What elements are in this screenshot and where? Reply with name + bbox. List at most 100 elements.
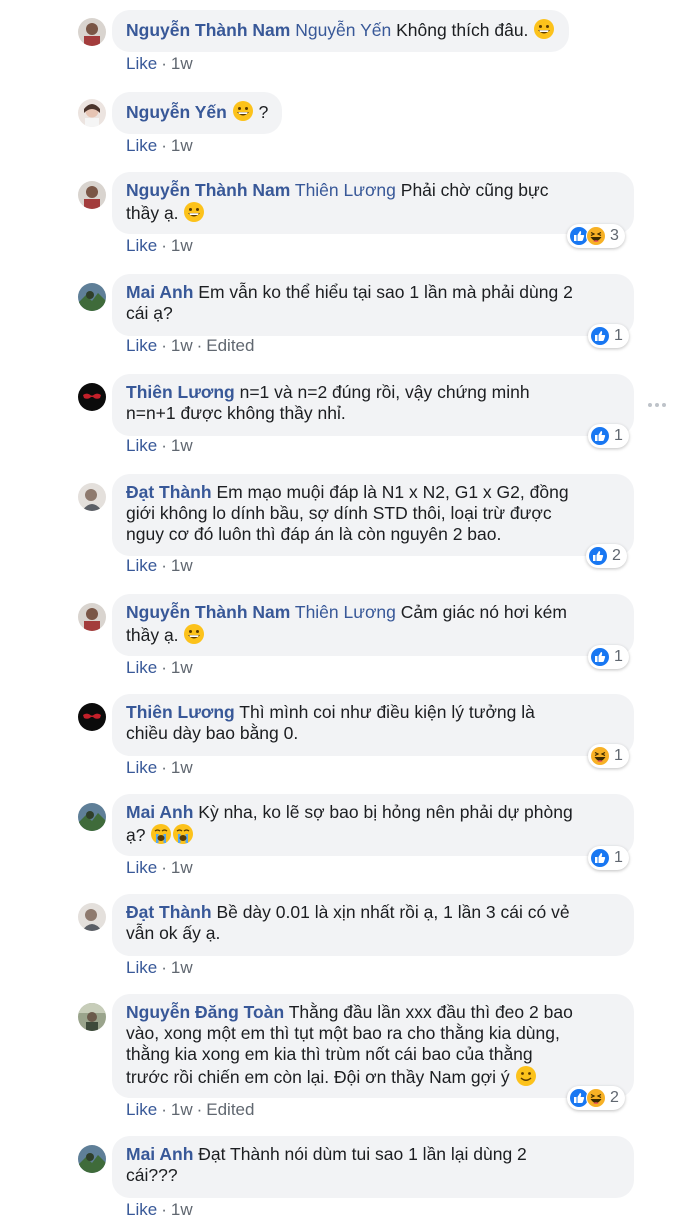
reaction-summary[interactable]: 3 — [567, 224, 625, 248]
edited-label[interactable]: Edited — [206, 1100, 254, 1119]
reaction-count: 1 — [614, 327, 623, 344]
grinning-emoji — [232, 100, 254, 122]
comment-actions: Like · 1w — [126, 758, 193, 778]
avatar[interactable] — [78, 383, 106, 411]
comment-time[interactable]: 1w — [171, 236, 193, 255]
crying-emoji — [172, 823, 194, 845]
like-link[interactable]: Like — [126, 758, 157, 777]
comment-time[interactable]: 1w — [171, 54, 193, 73]
comment-author[interactable]: Nguyễn Thành Nam — [126, 20, 290, 40]
reaction-summary[interactable]: 1 — [588, 424, 629, 448]
reaction-count: 3 — [610, 227, 619, 244]
comment-author[interactable]: Mai Anh — [126, 282, 193, 302]
reaction-summary[interactable]: 1 — [588, 645, 629, 669]
comment-actions: Like · 1w · Edited — [126, 1100, 254, 1120]
comment-author[interactable]: Nguyễn Thành Nam — [126, 180, 290, 200]
avatar[interactable] — [78, 99, 106, 127]
comment-author[interactable]: Nguyễn Yến — [126, 102, 227, 122]
comment-bubble: Đạt Thành Em mạo muội đáp là N1 x N2, G1… — [112, 474, 634, 556]
comment-time[interactable]: 1w — [171, 136, 193, 155]
like-link[interactable]: Like — [126, 336, 157, 355]
like-reaction-icon — [590, 848, 610, 868]
avatar[interactable] — [78, 1145, 106, 1173]
comment-bubble: Mai Anh Kỳ nha, ko lẽ sợ bao bị hỏng nên… — [112, 794, 634, 856]
comment-time[interactable]: 1w — [171, 858, 193, 877]
comment-text-line: chiều dày bao bằng 0. — [126, 723, 299, 743]
comment-author[interactable]: Nguyễn Thành Nam — [126, 602, 290, 622]
comment-text-line: n=1 và n=2 đúng rồi, vậy chứng minh — [239, 382, 530, 402]
like-link[interactable]: Like — [126, 236, 157, 255]
comment-text-line: Phải chờ cũng bực — [400, 180, 549, 200]
separator-dot: · — [161, 958, 167, 977]
comment-time[interactable]: 1w — [171, 436, 193, 455]
comment-author[interactable]: Thiên Lương — [126, 702, 235, 722]
avatar[interactable] — [78, 903, 106, 931]
comment-actions: Like · 1w — [126, 236, 193, 256]
comment-mention[interactable]: Nguyễn Yến — [295, 20, 391, 40]
more-options-icon[interactable] — [648, 400, 668, 410]
reaction-count: 2 — [610, 1089, 619, 1106]
comment-time[interactable]: 1w — [171, 658, 193, 677]
comment-time[interactable]: 1w — [171, 758, 193, 777]
comment-text-line: thầy ạ. — [126, 625, 179, 645]
comment-text-line: trước rồi chiến em còn lại. Đội ơn thầy … — [126, 1067, 510, 1087]
comment-text-line: Em vẫn ko thể hiểu tại sao 1 lần mà phải… — [198, 282, 573, 302]
comment-time[interactable]: 1w — [171, 556, 193, 575]
comment-author[interactable]: Mai Anh — [126, 802, 193, 822]
avatar[interactable] — [78, 483, 106, 511]
like-link[interactable]: Like — [126, 1100, 157, 1119]
comment-time[interactable]: 1w — [171, 1200, 193, 1219]
avatar[interactable] — [78, 181, 106, 209]
like-link[interactable]: Like — [126, 1200, 157, 1219]
comment-bubble: Nguyễn Yến ? — [112, 92, 283, 134]
comment-text-line: Cảm giác nó hơi kém — [400, 602, 567, 622]
separator-dot: · — [161, 336, 167, 355]
reaction-summary[interactable]: 1 — [588, 744, 629, 768]
comment-actions: Like · 1w — [126, 436, 193, 456]
reaction-summary[interactable]: 2 — [567, 1086, 625, 1110]
comment-text-line: vào, xong một em thì tụt một bao ra cho … — [126, 1023, 560, 1043]
separator-dot: · — [161, 136, 167, 155]
like-link[interactable]: Like — [126, 658, 157, 677]
comment-author[interactable]: Đạt Thành — [126, 482, 212, 502]
like-link[interactable]: Like — [126, 858, 157, 877]
comment-text-line: n=n+1 được không thầy nhỉ. — [126, 403, 346, 423]
like-link[interactable]: Like — [126, 958, 157, 977]
comment-author[interactable]: Đạt Thành — [126, 902, 212, 922]
avatar[interactable] — [78, 603, 106, 631]
like-reaction-icon — [588, 546, 608, 566]
comment-time[interactable]: 1w — [171, 336, 193, 355]
avatar[interactable] — [78, 283, 106, 311]
separator-dot: · — [161, 1200, 167, 1219]
reaction-count: 2 — [612, 547, 621, 564]
reaction-summary[interactable]: 1 — [588, 324, 629, 348]
avatar[interactable] — [78, 1003, 106, 1031]
like-link[interactable]: Like — [126, 556, 157, 575]
reaction-count: 1 — [614, 648, 623, 665]
like-link[interactable]: Like — [126, 436, 157, 455]
separator-dot: · — [161, 1100, 167, 1119]
comment-mention[interactable]: Thiên Lương — [295, 180, 396, 200]
like-reaction-icon — [590, 647, 610, 667]
comment-bubble: Nguyễn Thành Nam Thiên Lương Phải chờ cũ… — [112, 172, 634, 234]
separator-dot: · — [161, 858, 167, 877]
like-link[interactable]: Like — [126, 136, 157, 155]
reaction-summary[interactable]: 1 — [588, 846, 629, 870]
comment-text-line: vẫn ok ấy ạ. — [126, 923, 221, 943]
reaction-summary[interactable]: 2 — [586, 544, 627, 568]
comment-time[interactable]: 1w — [171, 1100, 193, 1119]
avatar[interactable] — [78, 18, 106, 46]
avatar[interactable] — [78, 803, 106, 831]
like-link[interactable]: Like — [126, 54, 157, 73]
avatar[interactable] — [78, 703, 106, 731]
separator-dot: · — [196, 1100, 203, 1119]
comment-mention[interactable]: Thiên Lương — [295, 602, 396, 622]
comment-text-line: cái ạ? — [126, 303, 173, 323]
edited-label[interactable]: Edited — [206, 336, 254, 355]
separator-dot: · — [161, 758, 167, 777]
comment-time[interactable]: 1w — [171, 958, 193, 977]
comment-author[interactable]: Mai Anh — [126, 1144, 193, 1164]
comment-author[interactable]: Nguyễn Đăng Toàn — [126, 1002, 284, 1022]
comment-author[interactable]: Thiên Lương — [126, 382, 235, 402]
reaction-count: 1 — [614, 747, 623, 764]
